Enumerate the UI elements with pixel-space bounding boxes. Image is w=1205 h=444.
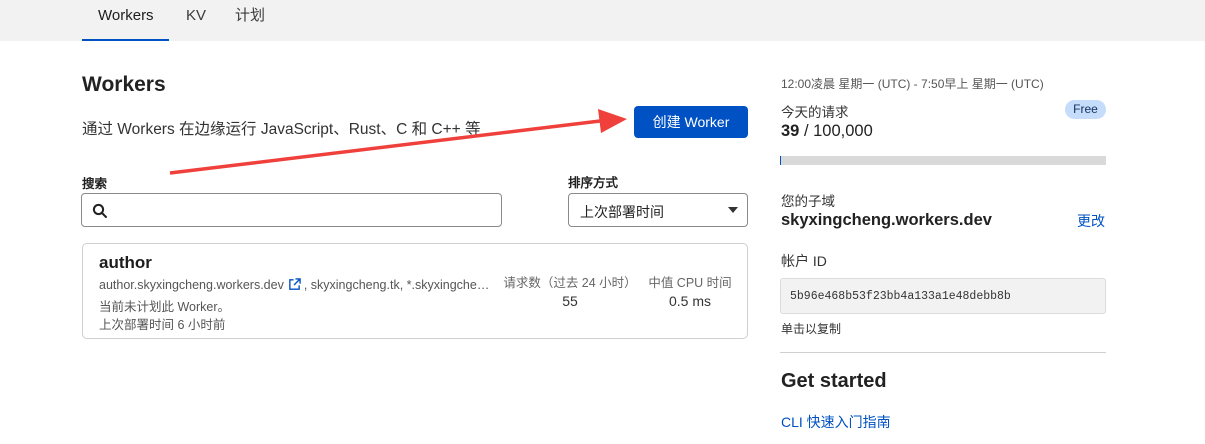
worker-route-more: , skyxingcheng.tk, *.skyxingche… [303,278,490,292]
requests-limit: 100,000 [813,122,873,140]
cpu-header: 中值 CPU 时间 [648,276,732,290]
requests-used: 39 [781,122,800,140]
cli-quickstart-link[interactable]: CLI 快速入门指南 [781,412,891,432]
search-box [81,193,502,227]
tab-kv-label: KV [186,7,207,24]
subdomain-label: 您的子域 [781,194,835,209]
account-id-copy-box[interactable]: 5b96e468b53f23bb4a133a1e48debb8b [780,278,1106,314]
account-id-value: 5b96e468b53f23bb4a133a1e48debb8b [790,290,1011,303]
worker-route-primary[interactable]: author.skyxingcheng.workers.dev [99,278,284,292]
chevron-down-icon [728,207,738,213]
sort-select-value: 上次部署时间 [580,204,664,220]
usage-progress-bar [780,156,1106,165]
change-subdomain-link[interactable]: 更改 [1077,211,1105,231]
tab-kv[interactable]: KV [186,0,206,41]
copy-hint: 单击以复制 [781,322,842,336]
page-description: 通过 Workers 在边缘运行 JavaScript、Rust、C 和 C++… [82,121,481,138]
top-nav: Workers KV 计划 [0,0,1205,41]
search-label: 搜索 [82,177,108,191]
sort-label: 排序方式 [568,176,619,190]
usage-time-range: 12:00凌晨 星期一 (UTC) - 7:50早上 星期一 (UTC) [781,77,1044,91]
create-worker-button[interactable]: 创建 Worker [634,106,748,138]
requests-separator: / [799,122,814,140]
subdomain-value: skyxingcheng.workers.dev [781,211,992,229]
requests-header: 请求数（过去 24 小时） [503,276,637,290]
cpu-value: 0.5 ms [668,293,711,309]
worker-card[interactable]: author author.skyxingcheng.workers.dev ,… [82,243,748,339]
search-icon [92,203,107,218]
plan-badge: Free [1065,100,1106,119]
requests-today-label: 今天的请求 [781,105,849,120]
requests-today-value: 39 / 100,000 [781,122,873,141]
account-id-label: 帐户 ID [781,253,827,269]
divider [780,352,1106,353]
search-input[interactable] [114,200,484,220]
external-link-icon[interactable] [288,278,301,291]
sort-select[interactable]: 上次部署时间 [568,193,748,227]
worker-name[interactable]: author [99,253,152,273]
requests-value: 55 [562,293,578,309]
worker-routes: author.skyxingcheng.workers.dev , skyxin… [99,278,499,292]
tab-workers-label: Workers [98,7,154,24]
tab-plans-label: 计划 [235,7,266,24]
tab-plans[interactable]: 计划 [235,0,265,41]
tab-workers[interactable]: Workers [82,0,169,41]
page-title: Workers [82,73,166,96]
worker-schedule-note: 当前未计划此 Worker。 [99,300,231,314]
worker-last-deploy: 上次部署时间 6 小时前 [99,318,226,332]
get-started-heading: Get started [781,370,887,392]
